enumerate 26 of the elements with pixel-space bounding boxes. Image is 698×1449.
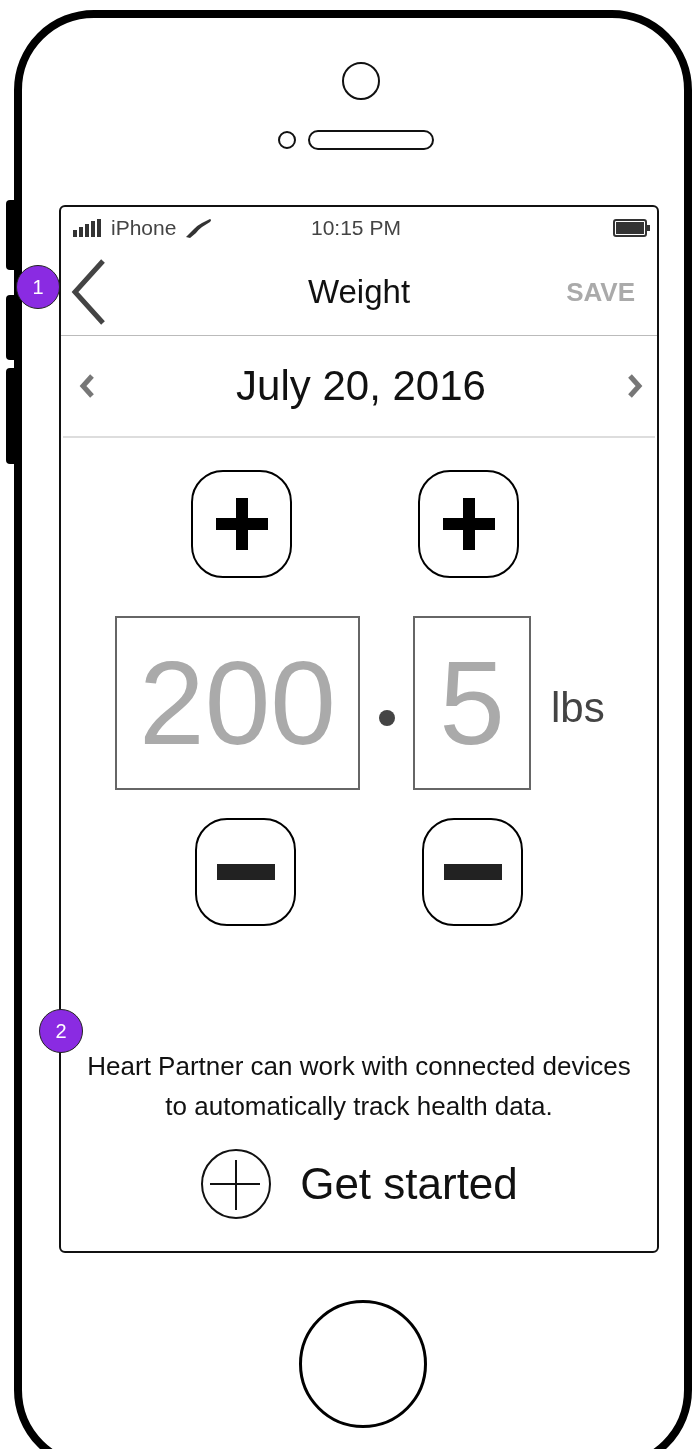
decimal-point (379, 710, 395, 726)
sensor-icon (277, 131, 296, 149)
date-label: July 20, 2016 (236, 362, 486, 410)
decimal-field[interactable]: 5 (413, 616, 531, 790)
save-button[interactable]: SAVE (566, 276, 635, 308)
screen-title: Weight (307, 273, 411, 311)
camera-icon (341, 62, 380, 100)
decrease-button[interactable] (195, 818, 296, 926)
carrier-name: iPhone (111, 216, 177, 240)
devices-message: Heart Partner can work with connected devices to automatically track health data. (86, 1050, 632, 1123)
plus-icon (442, 498, 495, 550)
speaker-icon (307, 130, 434, 150)
unit-label: lbs (551, 684, 605, 732)
minus-icon (443, 864, 502, 880)
get-started-button[interactable]: Get started (200, 1148, 518, 1220)
signal-icon (73, 219, 103, 237)
minus-icon (216, 864, 275, 880)
plus-icon (215, 498, 268, 550)
status-time: 10:15 PM (311, 216, 401, 240)
pounds-field[interactable]: 200 (115, 616, 360, 790)
circled-plus-icon (200, 1148, 273, 1220)
increase-button[interactable] (191, 470, 292, 578)
battery-icon (613, 219, 651, 237)
increase-button[interactable] (418, 470, 519, 578)
decrease-button[interactable] (422, 818, 523, 926)
home-button[interactable] (299, 1300, 427, 1428)
